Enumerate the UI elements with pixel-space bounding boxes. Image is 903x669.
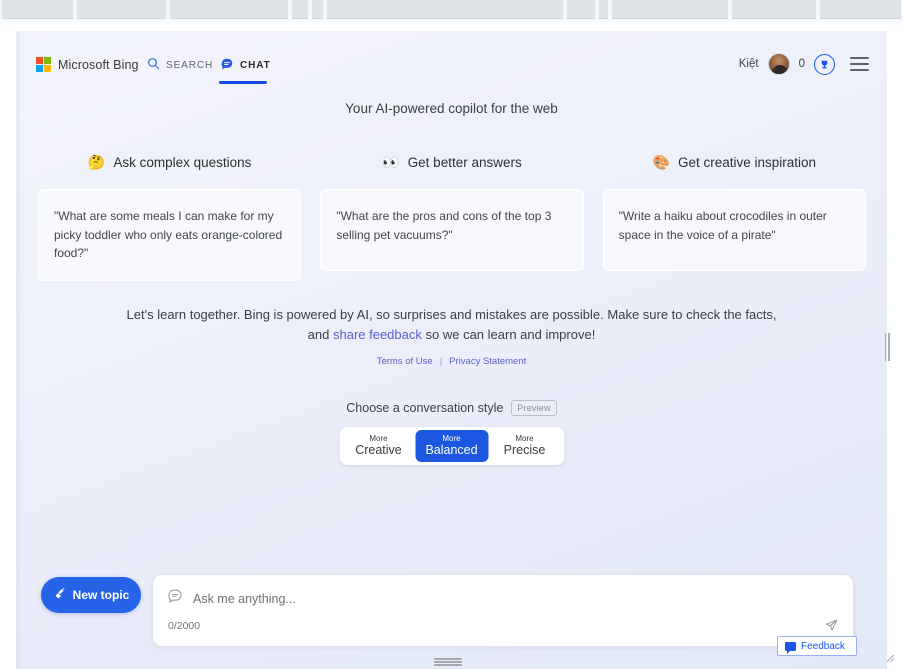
suggestion-heading-label: Get better answers: [407, 154, 522, 170]
style-option-name: Balanced: [425, 443, 478, 458]
tab-search[interactable]: SEARCH: [147, 57, 213, 73]
bing-logo-text: Microsoft Bing: [58, 57, 139, 72]
browser-strip-segment: [565, 0, 597, 19]
suggestion-column-ask-complex-questions: 🤔 Ask complex questions "What are some m…: [38, 149, 302, 281]
conversation-style-label: Choose a conversation style: [346, 401, 504, 415]
suggestion-heading: 🤔 Ask complex questions: [38, 149, 301, 175]
suggestion-column-get-creative-inspiration: 🎨 Get creative inspiration "Write a haik…: [602, 149, 866, 281]
browser-strip-segment: [610, 0, 730, 19]
eyes-emoji: 👀: [382, 154, 400, 170]
tab-search-label: SEARCH: [166, 59, 214, 71]
search-icon: [147, 57, 160, 73]
browser-strip-shadow: [0, 19, 903, 25]
tab-chat[interactable]: CHAT: [220, 57, 271, 74]
suggestion-heading: 👀 Get better answers: [320, 149, 583, 175]
browser-strip-segment: [290, 0, 310, 19]
page-tagline: Your AI-powered copilot for the web: [345, 101, 558, 116]
send-paper-plane-icon[interactable]: [824, 618, 839, 638]
suggestion-card[interactable]: "What are the pros and cons of the top 3…: [320, 189, 584, 271]
style-option-name: Precise: [503, 443, 546, 458]
composer[interactable]: Ask me anything... 0/2000: [152, 574, 854, 647]
hamburger-menu-icon[interactable]: [850, 57, 869, 71]
rewards-count: 0: [798, 58, 805, 70]
privacy-statement-link[interactable]: Privacy Statement: [449, 356, 526, 367]
suggestion-heading-label: Ask complex questions: [113, 154, 252, 170]
disclaimer-text-part2: so we can learn and improve!: [421, 327, 596, 343]
conversation-style-row: Choose a conversation style Preview: [16, 400, 887, 416]
new-topic-label: New topic: [72, 588, 130, 602]
tab-chat-label: CHAT: [240, 60, 271, 71]
browser-strip-segment: [310, 0, 325, 19]
browser-strip-segment: [168, 0, 290, 19]
legal-separator: |: [439, 356, 443, 367]
browser-strip-segment: [597, 0, 610, 19]
browser-toolbar-strip: [0, 0, 903, 19]
suggestion-column-get-better-answers: 👀 Get better answers "What are the pros …: [320, 149, 584, 281]
user-name-label: Kiệt: [738, 58, 759, 70]
browser-strip-segment: [325, 0, 565, 19]
tab-chat-active-indicator: [219, 81, 267, 84]
terms-of-use-link[interactable]: Terms of Use: [377, 356, 433, 367]
header-right-cluster: Kiệt 0: [739, 53, 869, 75]
ai-disclaimer: Let's learn together. Bing is powered by…: [124, 305, 779, 345]
style-option-prefix: More: [442, 433, 461, 443]
feedback-label: Feedback: [801, 640, 845, 652]
style-option-creative[interactable]: More Creative: [342, 430, 415, 462]
feedback-button[interactable]: Feedback: [777, 636, 857, 656]
broom-icon: [53, 587, 67, 604]
resize-corner-handle[interactable]: [884, 652, 896, 664]
right-drag-handle[interactable]: [884, 333, 890, 361]
bing-chat-page: Microsoft Bing SEARCH CHAT Kiệt 0 Your A…: [16, 31, 887, 669]
suggestion-card[interactable]: "Write a haiku about crocodiles in outer…: [602, 189, 866, 271]
thinking-face-emoji: 🤔: [87, 154, 106, 170]
chat-bubble-icon: [220, 57, 234, 74]
preview-badge: Preview: [511, 400, 557, 416]
style-option-balanced[interactable]: More Balanced: [415, 430, 488, 462]
artist-palette-emoji: 🎨: [652, 154, 670, 170]
composer-placeholder[interactable]: Ask me anything...: [193, 592, 296, 606]
style-option-precise[interactable]: More Precise: [488, 430, 561, 462]
conversation-style-toggle: More Creative More Balanced More Precise: [339, 427, 564, 465]
style-option-prefix: More: [369, 433, 388, 443]
composer-input-row: Ask me anything...: [167, 588, 296, 609]
browser-strip-segment: [75, 0, 168, 19]
suggestion-heading: 🎨 Get creative inspiration: [603, 149, 866, 175]
bing-header: Microsoft Bing SEARCH CHAT Kiệt 0: [16, 31, 887, 93]
share-feedback-link[interactable]: share feedback: [333, 327, 422, 342]
browser-strip-segment: [818, 0, 903, 19]
microsoft-bing-logo[interactable]: Microsoft Bing: [36, 57, 139, 72]
style-option-name: Creative: [355, 443, 402, 458]
suggestion-heading-label: Get creative inspiration: [678, 154, 817, 170]
style-option-prefix: More: [515, 433, 534, 443]
browser-strip-segment: [0, 0, 75, 19]
feedback-speech-bubble-icon: [785, 641, 796, 654]
suggestions-grid: 🤔 Ask complex questions "What are some m…: [38, 149, 866, 281]
bottom-drag-grip[interactable]: [434, 658, 462, 666]
new-topic-button[interactable]: New topic: [41, 577, 141, 613]
browser-strip-segment: [730, 0, 818, 19]
microsoft-logo-icon: [36, 57, 51, 72]
chat-bubble-outline-icon: [167, 588, 183, 609]
character-counter: 0/2000: [168, 620, 201, 632]
legal-links: Terms of Use | Privacy Statement: [16, 356, 887, 367]
suggestion-card[interactable]: "What are some meals I can make for my p…: [38, 189, 302, 281]
avatar[interactable]: [767, 53, 790, 75]
rewards-trophy-icon[interactable]: [814, 53, 835, 75]
